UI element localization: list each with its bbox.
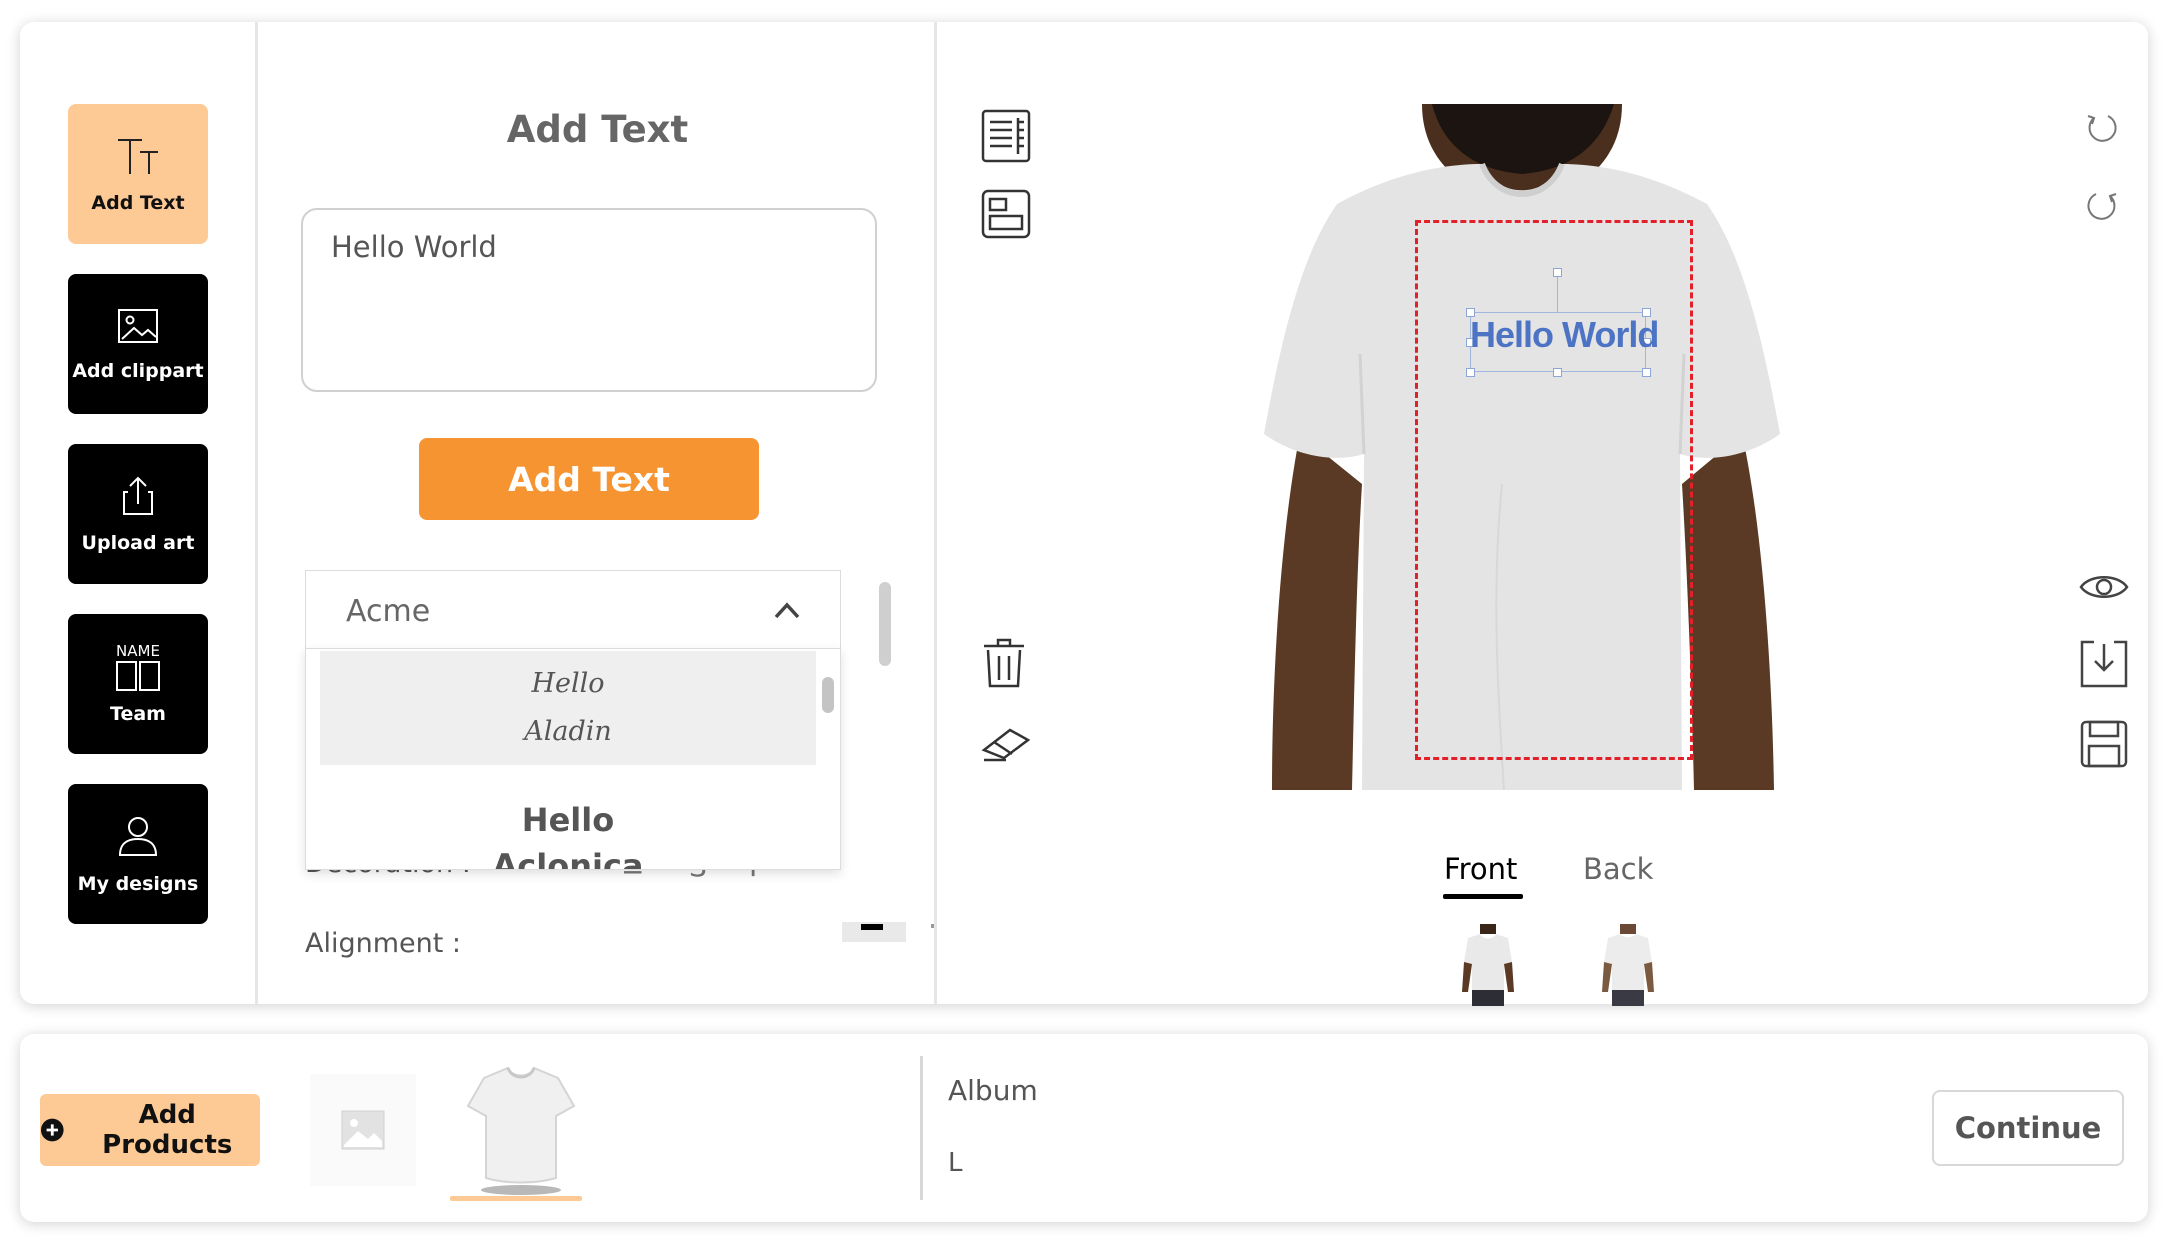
resize-handle-bl[interactable] xyxy=(1466,368,1475,377)
text-size-icon xyxy=(118,139,158,174)
layers-list-icon[interactable] xyxy=(980,108,1032,164)
text-input[interactable]: Hello World xyxy=(301,208,877,392)
tool-label: My designs xyxy=(77,873,199,895)
design-text-object[interactable]: Hello World xyxy=(1470,314,1659,356)
tool-label: Add clippart xyxy=(72,360,204,382)
tools-sidebar: Add Text Add clippart Upload art NAME Te… xyxy=(20,22,258,1004)
panel-title: Add Text xyxy=(506,108,689,151)
resize-handle-br[interactable] xyxy=(1642,368,1651,377)
font-select-value: Acme xyxy=(346,594,431,629)
tool-label: Add Text xyxy=(91,192,185,214)
dropdown-scrollbar[interactable] xyxy=(822,677,834,713)
image-icon xyxy=(118,309,158,343)
designer-main-card: Add Text Add clippart Upload art NAME Te… xyxy=(20,22,2148,1006)
front-view-thumbnail[interactable] xyxy=(1458,922,1518,1006)
bottom-divider xyxy=(920,1056,923,1200)
undo-icon[interactable] xyxy=(2084,110,2120,146)
plus-circle-icon xyxy=(40,1118,64,1142)
back-view-thumbnail[interactable] xyxy=(1598,922,1658,1006)
tool-add-text[interactable]: Add Text xyxy=(68,104,208,244)
design-canvas-area: Hello World Front Back xyxy=(940,22,2148,1006)
user-icon xyxy=(118,817,158,856)
align-center-icon[interactable] xyxy=(931,924,934,928)
alignment-label: Alignment : xyxy=(305,928,462,959)
size-label: L xyxy=(948,1148,963,1178)
download-icon[interactable] xyxy=(2078,638,2130,690)
add-text-panel: Add Text Hello World Add Text Acme Hello… xyxy=(261,22,937,1004)
tool-upload-art[interactable]: Upload art xyxy=(68,444,208,584)
team-name-icon: NAME xyxy=(114,643,162,693)
font-select[interactable]: Acme xyxy=(305,570,841,652)
preview-eye-icon[interactable] xyxy=(2078,570,2130,604)
add-text-button[interactable]: Add Text xyxy=(419,438,759,520)
add-products-label: Add Products xyxy=(102,1100,233,1160)
tool-team[interactable]: NAME Team xyxy=(68,614,208,754)
add-products-button[interactable]: Add Products xyxy=(40,1094,260,1166)
resize-handle-b[interactable] xyxy=(1553,368,1562,377)
save-icon[interactable] xyxy=(2078,718,2130,770)
empty-product-slot[interactable] xyxy=(310,1074,416,1186)
front-tab-indicator xyxy=(1443,894,1523,899)
tool-label: Team xyxy=(110,703,166,725)
tshirt-product-thumbnail[interactable] xyxy=(456,1060,586,1200)
continue-button[interactable]: Continue xyxy=(1932,1090,2124,1166)
template-layout-icon[interactable] xyxy=(980,188,1032,240)
print-area-boundary xyxy=(1415,220,1693,760)
rotate-handle[interactable] xyxy=(1553,268,1562,277)
eraser-icon[interactable] xyxy=(980,722,1032,762)
panel-scrollbar[interactable] xyxy=(879,582,891,666)
selected-product-indicator xyxy=(450,1196,582,1201)
rotate-handle-line xyxy=(1557,272,1558,312)
upload-icon xyxy=(123,476,153,515)
image-placeholder-icon xyxy=(341,1110,385,1150)
font-option-aclonica[interactable]: Hello Aclonica xyxy=(320,793,816,869)
tool-my-designs[interactable]: My designs xyxy=(68,784,208,924)
chevron-up-icon xyxy=(774,602,800,619)
font-dropdown-list[interactable]: Hello Aladin Hello Aclonica xyxy=(305,648,841,870)
product-bar: Add Products Album L Continue xyxy=(20,1034,2148,1222)
font-option-aladin[interactable]: Hello Aladin xyxy=(320,651,816,765)
align-left-icon[interactable] xyxy=(861,924,883,930)
tool-label: Upload art xyxy=(81,532,195,554)
album-label: Album xyxy=(948,1074,1038,1107)
tab-back[interactable]: Back xyxy=(1583,852,1653,886)
tab-front[interactable]: Front xyxy=(1444,852,1517,886)
trash-icon[interactable] xyxy=(980,636,1028,690)
tool-add-clipart[interactable]: Add clippart xyxy=(68,274,208,414)
redo-icon[interactable] xyxy=(2084,188,2120,224)
